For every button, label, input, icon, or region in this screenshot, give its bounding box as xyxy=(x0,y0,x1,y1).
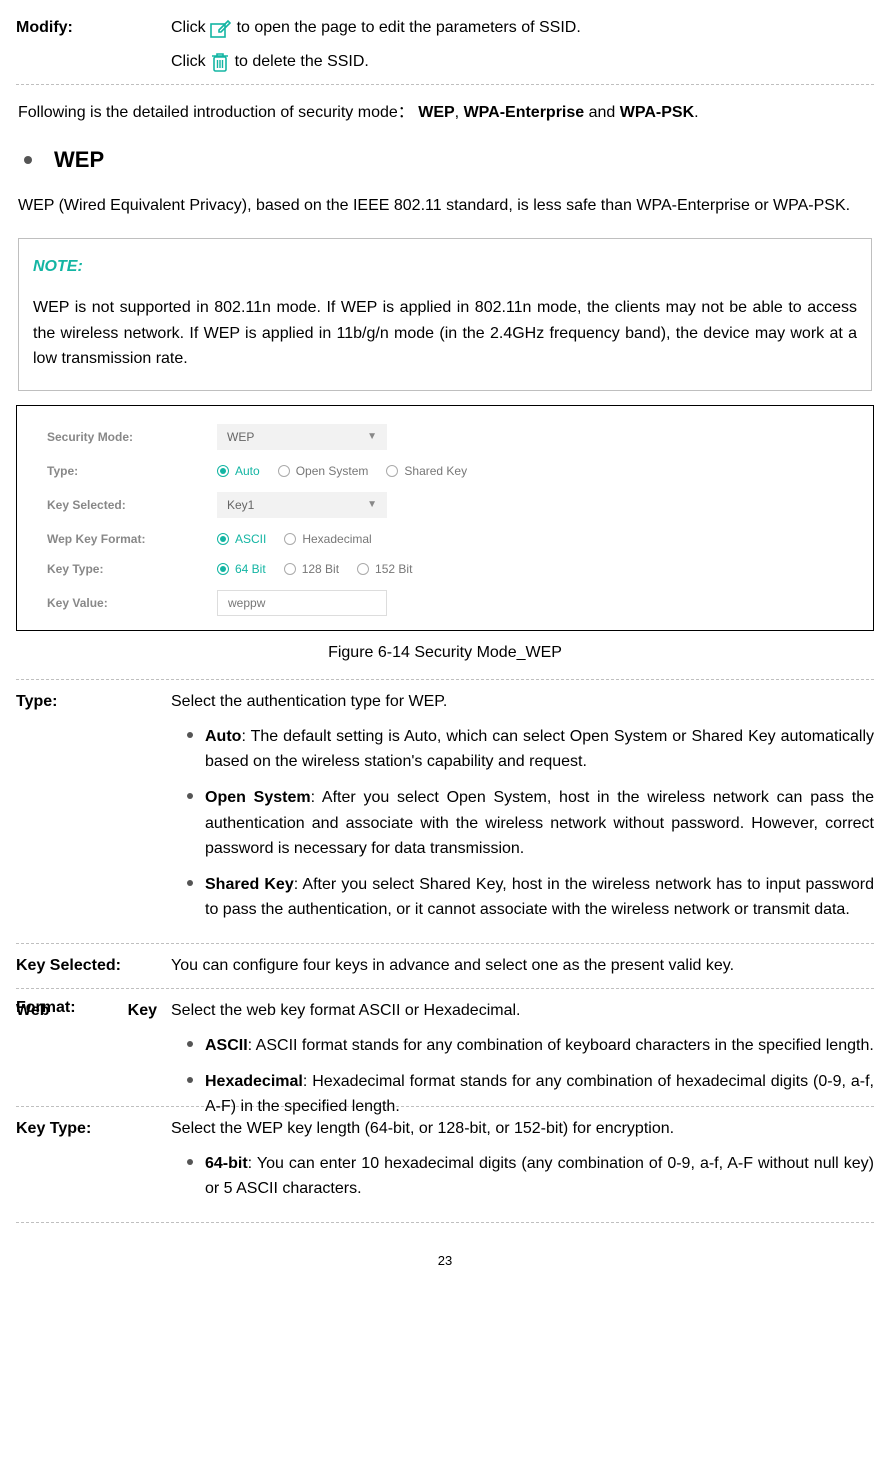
list-item: Auto: The default setting is Auto, which… xyxy=(187,724,874,775)
list-item: Open System: After you select Open Syste… xyxy=(187,785,874,862)
key-selected-row: Key Selected: You can configure four key… xyxy=(16,948,874,984)
intro-wpapsk: WPA-PSK xyxy=(620,104,694,121)
intro-pre: Following is the detailed introduction o… xyxy=(18,104,414,121)
note-box: NOTE: WEP is not supported in 802.11n mo… xyxy=(18,238,872,391)
modify-line2-post: to delete the SSID. xyxy=(235,53,369,70)
type-open-label: Open System xyxy=(296,462,369,480)
wep-heading: WEP xyxy=(24,143,874,176)
keytype-152-label: 152 Bit xyxy=(375,560,412,578)
wkf-ascii-b: ASCII xyxy=(205,1037,248,1054)
list-item: Shared Key: After you select Shared Key,… xyxy=(187,872,874,923)
divider xyxy=(16,988,874,989)
type-open-radio[interactable]: Open System xyxy=(278,462,369,480)
security-mode-label: Security Mode: xyxy=(47,428,217,446)
intro-and: and xyxy=(584,104,620,121)
key-selected-desc: You can configure four keys in advance a… xyxy=(171,954,874,978)
page-number: 23 xyxy=(16,1251,874,1271)
key-selected-term: Key Selected: xyxy=(16,954,171,978)
wep-heading-text: WEP xyxy=(54,143,104,176)
edit-icon xyxy=(210,19,236,36)
modify-line2-pre: Click xyxy=(171,53,210,70)
kt-64-t: : You can enter 10 hexadecimal digits (a… xyxy=(205,1155,874,1198)
type-intro: Select the authentication type for WEP. xyxy=(171,690,874,714)
intro-wep: WEP xyxy=(418,104,454,121)
modify-line1-post: to open the page to edit the parameters … xyxy=(237,19,581,36)
wkf-hex-t: : Hexadecimal format stands for any comb… xyxy=(205,1073,874,1116)
type-shared-t: : After you select Shared Key, host in t… xyxy=(205,876,874,919)
type-auto-b: Auto xyxy=(205,728,241,745)
key-value-text: weppw xyxy=(228,594,265,612)
chevron-down-icon: ▼ xyxy=(367,497,377,512)
kt-64-b: 64-bit xyxy=(205,1155,248,1172)
list-item: ASCII: ASCII format stands for any combi… xyxy=(187,1033,874,1059)
format-ascii-radio[interactable]: ASCII xyxy=(217,530,266,548)
key-type-label: Key Type: xyxy=(47,560,217,578)
list-item: 64-bit: You can enter 10 hexadecimal dig… xyxy=(187,1151,874,1202)
format-hex-radio[interactable]: Hexadecimal xyxy=(284,530,371,548)
key-value-label: Key Value: xyxy=(47,594,217,612)
figure-caption: Figure 6-14 Security Mode_WEP xyxy=(16,641,874,665)
intro-line: Following is the detailed introduction o… xyxy=(18,101,872,125)
modify-desc: Click to open the page to edit the param… xyxy=(171,16,874,74)
type-label: Type: xyxy=(47,462,217,480)
security-mode-dropdown[interactable]: WEP ▼ xyxy=(217,424,387,450)
bullet-dot-icon xyxy=(24,156,32,164)
type-shared-radio[interactable]: Shared Key xyxy=(386,462,467,480)
type-shared-b: Shared Key xyxy=(205,876,294,893)
config-panel: Security Mode: WEP ▼ Type: Auto Open Sys… xyxy=(16,405,874,631)
type-auto-t: : The default setting is Auto, which can… xyxy=(205,728,874,771)
keytype-128-label: 128 Bit xyxy=(302,560,339,578)
modify-term: Modify: xyxy=(16,16,171,40)
keytype-152-radio[interactable]: 152 Bit xyxy=(357,560,412,578)
key-value-input[interactable]: weppw xyxy=(217,590,387,616)
security-mode-value: WEP xyxy=(227,428,254,446)
key-selected-dropdown[interactable]: Key1 ▼ xyxy=(217,492,387,518)
type-auto-label: Auto xyxy=(235,462,260,480)
divider xyxy=(16,1222,874,1223)
keytype-128-radio[interactable]: 128 Bit xyxy=(284,560,339,578)
key-selected-value: Key1 xyxy=(227,496,254,514)
wkf-hex-b: Hexadecimal xyxy=(205,1073,303,1090)
type-row: Type: Select the authentication type for… xyxy=(16,684,874,939)
intro-wpaent: WPA-Enterprise xyxy=(464,104,585,121)
type-term: Type: xyxy=(16,690,171,714)
type-open-b: Open System xyxy=(205,789,311,806)
intro-sep: , xyxy=(455,104,464,121)
note-body: WEP is not supported in 802.11n mode. If… xyxy=(33,295,857,372)
note-title: NOTE: xyxy=(33,255,857,279)
key-type-row: Key Type: Select the WEP key length (64-… xyxy=(16,1111,874,1218)
key-type-term: Key Type: xyxy=(16,1117,171,1141)
web-key-format-term-line2: Format: xyxy=(16,996,171,1020)
key-selected-label: Key Selected: xyxy=(47,496,217,514)
intro-end: . xyxy=(694,104,698,121)
modify-row: Modify: Click to open the page to edit t… xyxy=(16,10,874,80)
type-shared-label: Shared Key xyxy=(404,462,467,480)
keytype-64-radio[interactable]: 64 Bit xyxy=(217,560,266,578)
keytype-64-label: 64 Bit xyxy=(235,560,266,578)
divider xyxy=(16,679,874,680)
list-item: Hexadecimal: Hexadecimal format stands f… xyxy=(187,1069,874,1120)
format-hex-label: Hexadecimal xyxy=(302,530,371,548)
key-type-intro: Select the WEP key length (64-bit, or 12… xyxy=(171,1117,874,1141)
wep-key-format-label: Wep Key Format: xyxy=(47,530,217,548)
web-key-format-intro: Select the web key format ASCII or Hexad… xyxy=(171,999,874,1023)
modify-line1-pre: Click xyxy=(171,19,210,36)
trash-icon xyxy=(210,53,234,70)
divider xyxy=(16,943,874,944)
format-ascii-label: ASCII xyxy=(235,530,266,548)
divider xyxy=(16,84,874,85)
type-auto-radio[interactable]: Auto xyxy=(217,462,260,480)
chevron-down-icon: ▼ xyxy=(367,429,377,444)
wkf-ascii-t: : ASCII format stands for any combinatio… xyxy=(248,1037,874,1054)
wep-paragraph: WEP (Wired Equivalent Privacy), based on… xyxy=(18,190,872,222)
